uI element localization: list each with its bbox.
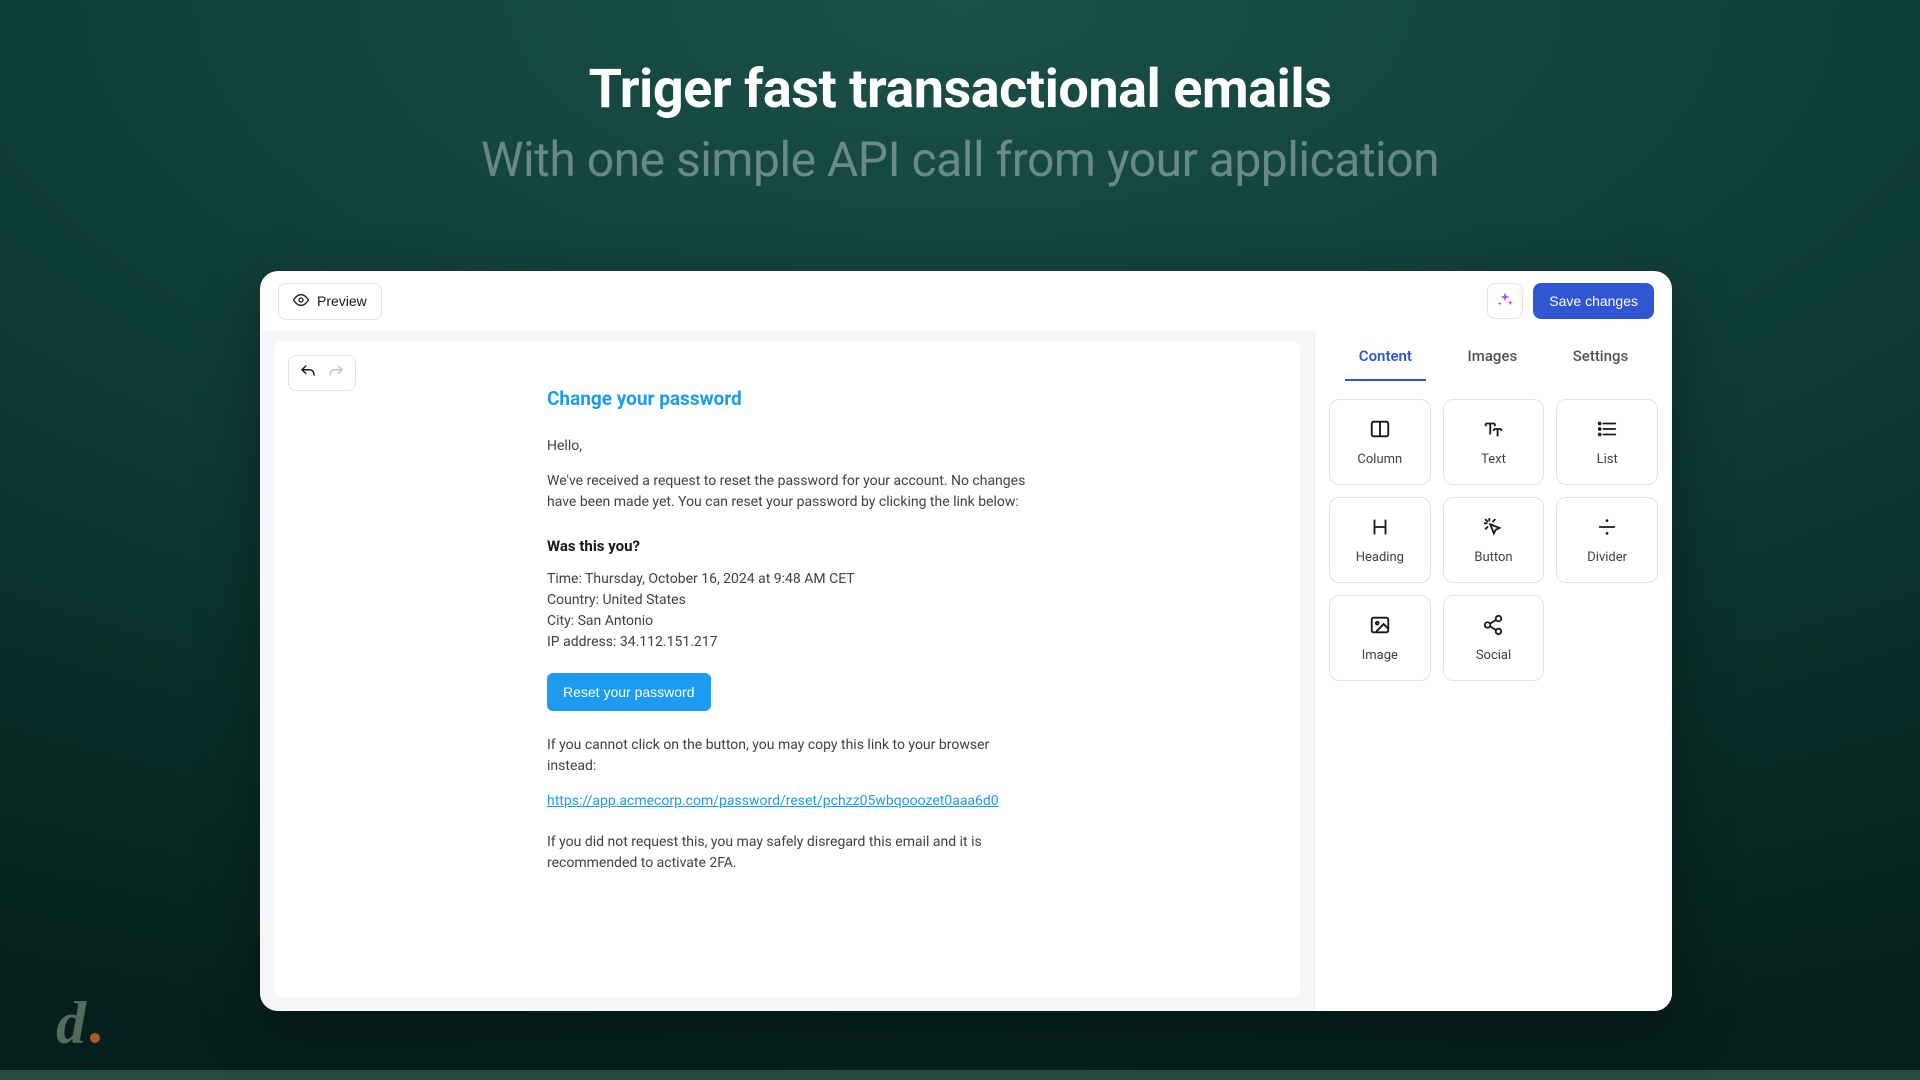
cursor-click-icon [1482, 516, 1504, 542]
reset-link[interactable]: https://app.acmecorp.com/password/reset/… [547, 791, 1027, 812]
block-label: List [1597, 452, 1618, 467]
sidebar-tabs: Content Images Settings [1315, 331, 1672, 381]
email-body: Change your password Hello, We've receiv… [547, 385, 1027, 874]
block-label: Column [1357, 452, 1402, 467]
block-label: Text [1481, 452, 1506, 467]
undo-icon [299, 363, 317, 384]
image-icon [1369, 614, 1391, 640]
divider-icon [1596, 516, 1618, 542]
preview-button[interactable]: Preview [278, 283, 382, 320]
block-label: Social [1476, 648, 1511, 663]
block-label: Image [1362, 648, 1398, 663]
disclaimer: If you did not request this, you may saf… [547, 832, 1027, 874]
block-social[interactable]: Social [1443, 595, 1545, 681]
preview-label: Preview [317, 293, 367, 309]
right-sidebar: Content Images Settings Column Text [1314, 331, 1672, 1011]
redo-button[interactable] [325, 362, 347, 384]
tab-settings[interactable]: Settings [1559, 331, 1643, 381]
brand-logo: d [56, 989, 100, 1058]
email-subheading: Was this you? [547, 535, 1027, 558]
tab-content[interactable]: Content [1345, 331, 1426, 381]
block-image[interactable]: Image [1329, 595, 1431, 681]
undo-redo-group [288, 355, 356, 391]
save-changes-button[interactable]: Save changes [1533, 283, 1654, 319]
share-icon [1482, 614, 1504, 640]
block-text[interactable]: Text [1443, 399, 1545, 485]
logo-letter: d [56, 989, 86, 1058]
topbar: Preview Save changes [260, 271, 1672, 331]
email-editor-app: Preview Save changes [260, 271, 1672, 1011]
block-label: Divider [1587, 550, 1627, 565]
heading-icon [1369, 516, 1391, 542]
list-icon [1596, 418, 1618, 444]
footer-bar [0, 1070, 1920, 1080]
ai-magic-button[interactable] [1487, 283, 1523, 319]
hero-header: Triger fast transactional emails With on… [0, 58, 1920, 188]
block-column[interactable]: Column [1329, 399, 1431, 485]
email-intro: We've received a request to reset the pa… [547, 471, 1027, 513]
block-divider[interactable]: Divider [1556, 497, 1658, 583]
workspace: Change your password Hello, We've receiv… [260, 331, 1672, 1011]
text-icon [1482, 418, 1504, 444]
meta-time: Time: Thursday, October 16, 2024 at 9:48… [547, 569, 1027, 590]
meta-country: Country: United States [547, 590, 1027, 611]
block-label: Button [1474, 550, 1512, 565]
sparkle-icon [1496, 291, 1514, 312]
reset-password-button[interactable]: Reset your password [547, 673, 711, 711]
hero-subtitle: With one simple API call from your appli… [0, 131, 1920, 188]
tab-images[interactable]: Images [1454, 331, 1532, 381]
block-heading[interactable]: Heading [1329, 497, 1431, 583]
email-canvas[interactable]: Change your password Hello, We've receiv… [274, 341, 1300, 997]
column-icon [1369, 418, 1391, 444]
eye-icon [293, 292, 309, 311]
undo-button[interactable] [297, 362, 319, 384]
block-button[interactable]: Button [1443, 497, 1545, 583]
logo-dot-icon [90, 1033, 100, 1043]
meta-ip: IP address: 34.112.151.217 [547, 632, 1027, 653]
redo-icon [327, 363, 345, 384]
block-list[interactable]: List [1556, 399, 1658, 485]
block-label: Heading [1356, 550, 1404, 565]
email-greeting: Hello, [547, 436, 1027, 457]
email-title: Change your password [547, 385, 1027, 414]
hero-title: Triger fast transactional emails [0, 58, 1920, 121]
meta-city: City: San Antonio [547, 611, 1027, 632]
login-meta-list: Time: Thursday, October 16, 2024 at 9:48… [547, 569, 1027, 653]
block-palette: Column Text List [1315, 381, 1672, 699]
fallback-text: If you cannot click on the button, you m… [547, 735, 1027, 777]
